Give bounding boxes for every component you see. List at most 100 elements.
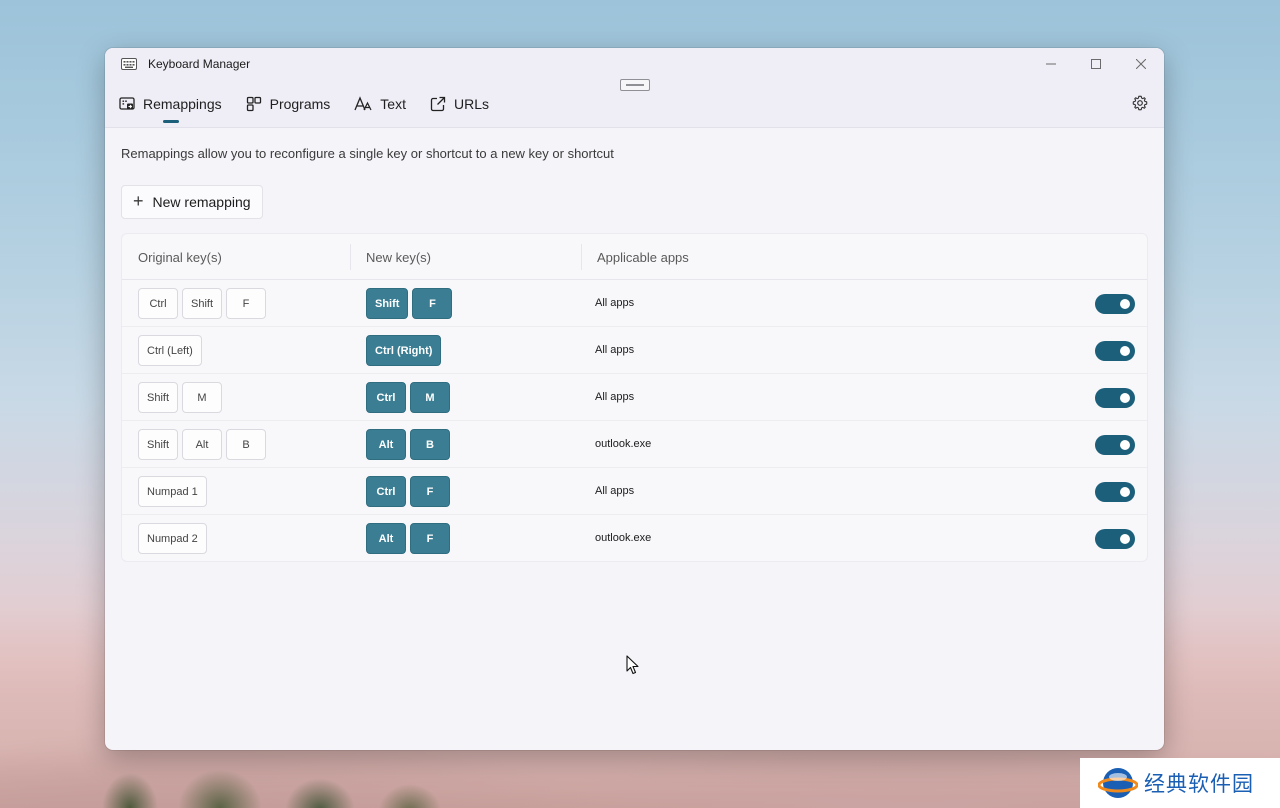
original-key: Numpad 2: [138, 523, 207, 554]
enable-toggle[interactable]: [1095, 341, 1135, 361]
desktop-trees: [90, 748, 450, 808]
original-key: Alt: [182, 429, 223, 460]
applicable-apps: All apps: [595, 391, 635, 403]
close-icon: [1136, 59, 1146, 69]
enable-toggle[interactable]: [1095, 388, 1135, 408]
maximize-button[interactable]: [1073, 48, 1119, 80]
title-bar: Keyboard Manager Remappings Programs Tex…: [105, 48, 1164, 128]
page-description: Remappings allow you to reconfigure a si…: [121, 146, 614, 161]
table-row: Numpad 1 Ctrl F All apps: [122, 468, 1147, 515]
tab-text[interactable]: Text: [354, 92, 406, 116]
new-keys: Alt B: [366, 429, 450, 460]
link-icon: [430, 96, 446, 112]
tab-bar: Remappings Programs Text URLs: [119, 92, 489, 126]
toggle-knob: [1120, 534, 1130, 544]
table-row: Ctrl (Left) Ctrl (Right) All apps: [122, 327, 1147, 374]
original-key: Shift: [138, 382, 179, 413]
keyboard-icon: [121, 58, 137, 70]
original-keys: Shift M: [138, 382, 223, 413]
header-applicable-apps: Applicable apps: [597, 250, 689, 265]
original-keys: Shift Alt B: [138, 429, 267, 460]
new-key: Ctrl (Right): [366, 335, 442, 366]
applicable-apps: outlook.exe: [595, 438, 652, 450]
toggle-knob: [1120, 299, 1130, 309]
tab-programs-label: Programs: [269, 96, 331, 112]
toggle-knob: [1120, 346, 1130, 356]
tab-remappings-label: Remappings: [143, 96, 222, 112]
applicable-apps: All apps: [595, 344, 635, 356]
keyboard-manager-window: Keyboard Manager Remappings Programs Tex…: [105, 48, 1164, 750]
original-key: Shift: [182, 288, 223, 319]
table-row: Numpad 2 Alt Foutlook.exe: [122, 515, 1147, 562]
new-key: Ctrl: [366, 476, 406, 507]
original-keys: Numpad 1: [138, 476, 207, 507]
plus-icon: +: [133, 191, 144, 211]
table-body: Ctrl Shift F Shift F All apps Ctrl (Left) Ctrl …: [122, 280, 1147, 562]
new-keys: Ctrl (Right): [366, 335, 442, 366]
tab-text-label: Text: [380, 96, 406, 112]
new-key: M: [410, 382, 450, 413]
new-keys: Ctrl M: [366, 382, 450, 413]
new-remapping-label: New remapping: [152, 194, 251, 210]
text-icon: [354, 96, 372, 111]
enable-toggle[interactable]: [1095, 529, 1135, 549]
enable-toggle[interactable]: [1095, 435, 1135, 455]
toggle-knob: [1120, 440, 1130, 450]
toggle-knob: [1120, 393, 1130, 403]
new-keys: Ctrl F: [366, 476, 450, 507]
enable-toggle[interactable]: [1095, 482, 1135, 502]
original-key: M: [182, 382, 223, 413]
new-key: Shift: [366, 288, 409, 319]
header-new-keys: New key(s): [366, 250, 432, 265]
applicable-apps: All apps: [595, 297, 635, 309]
tab-remappings[interactable]: Remappings: [119, 92, 222, 123]
table-row: Ctrl Shift F Shift F All apps: [122, 280, 1147, 327]
tab-programs[interactable]: Programs: [246, 92, 331, 116]
minimize-icon: [1046, 63, 1056, 65]
new-key: Alt: [366, 523, 406, 554]
tab-urls[interactable]: URLs: [430, 92, 489, 116]
minimize-button[interactable]: [1028, 48, 1074, 80]
applicable-apps: outlook.exe: [595, 532, 652, 544]
programs-icon: [246, 96, 261, 112]
original-key: Ctrl (Left): [138, 335, 202, 366]
new-remapping-button[interactable]: + New remapping: [121, 185, 263, 219]
tab-urls-label: URLs: [453, 96, 489, 112]
original-keys: Ctrl (Left): [138, 335, 202, 366]
new-key: B: [410, 429, 450, 460]
window-title: Keyboard Manager: [148, 57, 251, 71]
active-tab-indicator: [163, 120, 179, 123]
table-row: Shift Alt B Alt Boutlook.exe: [122, 421, 1147, 468]
watermark-text: 经典软件园: [1144, 772, 1254, 796]
original-key: B: [226, 429, 267, 460]
original-key: Shift: [138, 429, 179, 460]
new-keys: Shift F: [366, 288, 453, 319]
enable-toggle[interactable]: [1095, 294, 1135, 314]
new-key: F: [410, 476, 450, 507]
close-button[interactable]: [1118, 48, 1164, 80]
original-key: Numpad 1: [138, 476, 207, 507]
column-divider: [350, 244, 351, 270]
table-header: Original key(s) New key(s) Applicable ap…: [122, 234, 1147, 280]
gear-icon[interactable]: [1132, 95, 1148, 111]
remappings-table: Original key(s) New key(s) Applicable ap…: [121, 233, 1148, 562]
original-key: Ctrl: [138, 288, 178, 319]
new-key: F: [412, 288, 453, 319]
original-keys: Ctrl Shift F: [138, 288, 267, 319]
new-key: Alt: [366, 429, 406, 460]
applicable-apps: All apps: [595, 485, 635, 497]
table-row: Shift M Ctrl M All apps: [122, 374, 1147, 421]
new-keys: Alt F: [366, 523, 450, 554]
toggle-knob: [1120, 487, 1130, 497]
remap-icon: [119, 97, 135, 110]
header-original-keys: Original key(s): [138, 250, 222, 265]
original-key: F: [226, 288, 267, 319]
original-keys: Numpad 2: [138, 523, 207, 554]
maximize-icon: [1091, 59, 1101, 69]
column-divider: [581, 244, 582, 270]
new-key: Ctrl: [366, 382, 406, 413]
drag-handle[interactable]: [620, 79, 650, 91]
mouse-cursor-icon: [626, 655, 639, 675]
new-key: F: [410, 523, 450, 554]
site-watermark: 经典软件园: [1080, 758, 1280, 808]
